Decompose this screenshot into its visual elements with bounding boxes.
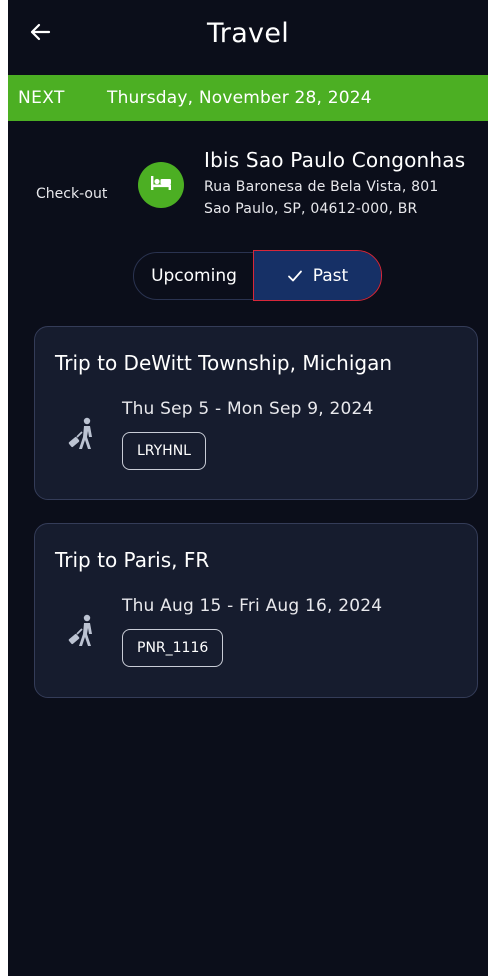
trip-card[interactable]: Trip to DeWitt Township, Michigan Thu Se… bbox=[34, 326, 478, 500]
trip-dates: Thu Sep 5 - Mon Sep 9, 2024 bbox=[122, 399, 374, 419]
pnr-code: PNR_1116 bbox=[137, 640, 209, 656]
check-icon bbox=[287, 269, 303, 283]
bed-icon bbox=[149, 173, 173, 197]
trip-title: Trip to Paris, FR bbox=[55, 548, 210, 572]
next-label: NEXT bbox=[18, 88, 65, 108]
hotel-badge bbox=[138, 162, 184, 208]
trip-title: Trip to DeWitt Township, Michigan bbox=[55, 351, 393, 375]
hotel-name: Ibis Sao Paulo Congonhas bbox=[204, 148, 466, 172]
pnr-code: LRYHNL bbox=[137, 443, 191, 459]
trip-filter-toggle: Upcoming Past bbox=[133, 250, 382, 301]
past-label: Past bbox=[312, 265, 349, 286]
pnr-badge: LRYHNL bbox=[122, 432, 206, 470]
pnr-badge: PNR_1116 bbox=[122, 629, 224, 667]
page-title: Travel bbox=[206, 18, 290, 49]
trip-dates: Thu Aug 15 - Fri Aug 16, 2024 bbox=[122, 596, 383, 616]
traveler-luggage-icon bbox=[63, 415, 103, 455]
upcoming-label: Upcoming bbox=[151, 266, 237, 286]
upcoming-tab[interactable]: Upcoming bbox=[134, 253, 254, 299]
past-tab[interactable]: Past bbox=[253, 250, 382, 301]
trip-card[interactable]: Trip to Paris, FR Thu Aug 15 - Fri Aug 1… bbox=[34, 523, 478, 698]
hotel-checkout-item[interactable]: Check-out Ibis Sao Paulo Congonhas Rua B… bbox=[8, 146, 488, 246]
checkout-label: Check-out bbox=[36, 186, 108, 202]
next-date: Thursday, November 28, 2024 bbox=[107, 88, 372, 108]
traveler-luggage-icon bbox=[63, 612, 103, 652]
travel-screen: Travel NEXT Thursday, November 28, 2024 … bbox=[8, 0, 488, 976]
hotel-address-line1: Rua Baronesa de Bela Vista, 801 bbox=[204, 179, 439, 195]
header: Travel bbox=[8, 0, 488, 66]
next-trip-banner[interactable]: NEXT Thursday, November 28, 2024 bbox=[8, 75, 488, 121]
hotel-address-line2: Sao Paulo, SP, 04612-000, BR bbox=[204, 201, 418, 217]
